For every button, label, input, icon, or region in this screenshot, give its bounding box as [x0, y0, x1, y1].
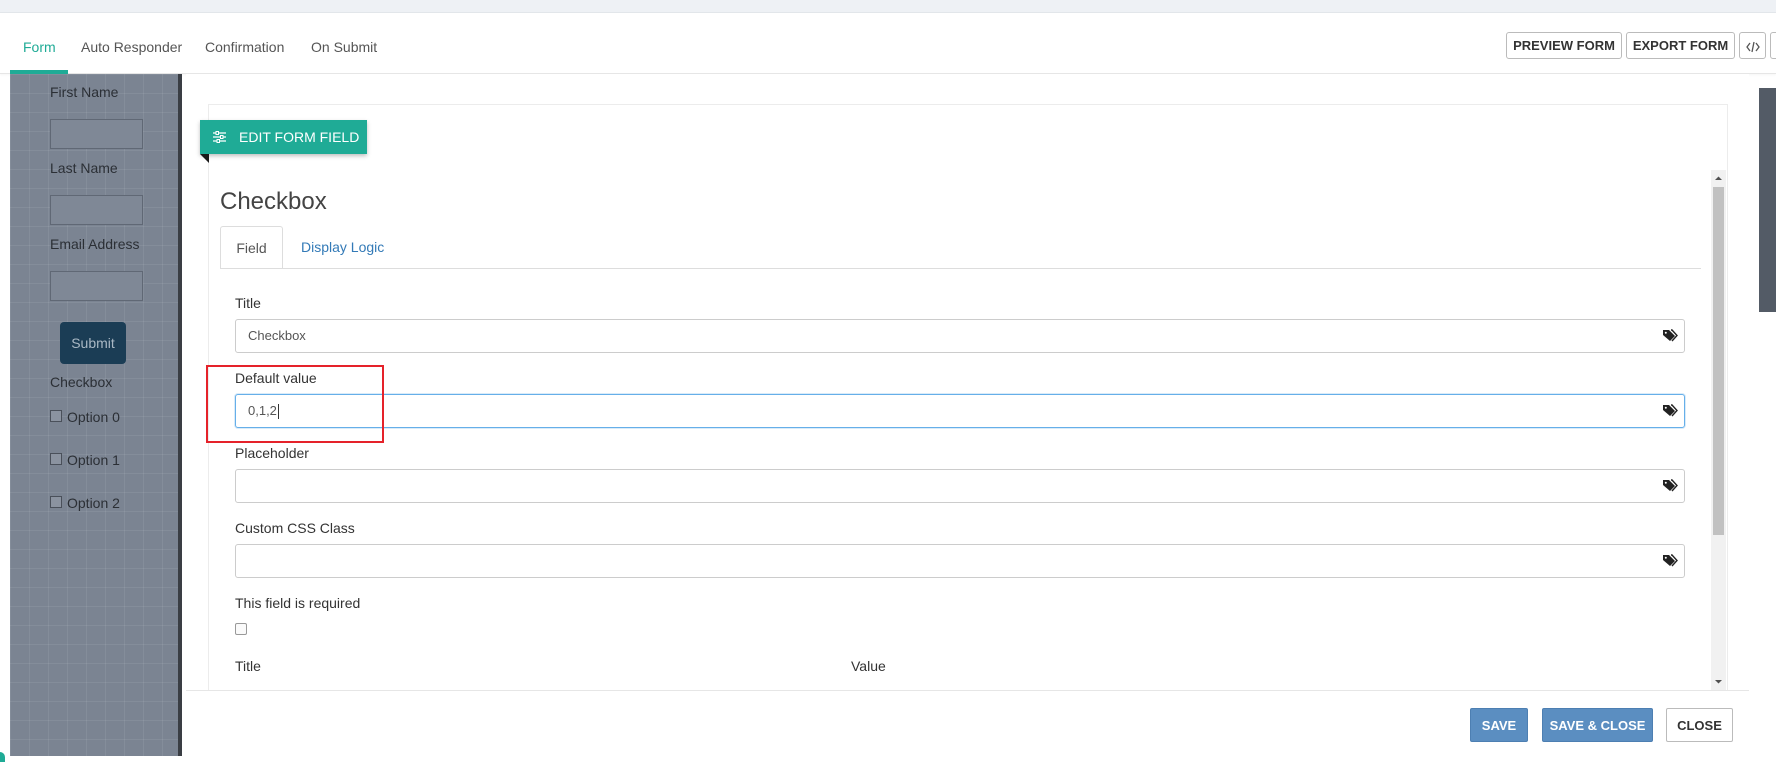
window-top-strip: [0, 0, 1776, 13]
code-icon: [1745, 41, 1760, 52]
tabs-divider: [220, 268, 1701, 269]
tab-field[interactable]: Field: [220, 226, 283, 269]
preview-first-name-label: First Name: [50, 84, 119, 100]
preview-option-2-label: Option 2: [67, 495, 120, 511]
options-title-column-header: Title: [235, 658, 261, 674]
title-label: Title: [235, 295, 261, 311]
tab-confirmation[interactable]: Confirmation: [205, 13, 284, 74]
title-input[interactable]: Checkbox: [235, 319, 1685, 353]
css-class-input[interactable]: [235, 544, 1685, 578]
default-value-input[interactable]: 0,1,2: [235, 394, 1685, 428]
preview-option-0-label: Option 0: [67, 409, 120, 425]
options-value-column-header: Value: [851, 658, 886, 674]
save-button[interactable]: SAVE: [1470, 708, 1528, 742]
export-form-button[interactable]: EXPORT FORM: [1626, 32, 1735, 59]
save-and-close-button[interactable]: SAVE & CLOSE: [1542, 708, 1653, 742]
preview-last-name-input[interactable]: [50, 195, 143, 225]
edit-form-field-badge: EDIT FORM FIELD: [200, 120, 367, 154]
tags-icon[interactable]: [1662, 404, 1678, 418]
preview-checkbox-label: Checkbox: [50, 374, 113, 390]
preview-form-button[interactable]: PREVIEW FORM: [1506, 32, 1622, 59]
scrollbar-thumb[interactable]: [1713, 187, 1724, 535]
required-label: This field is required: [235, 595, 361, 611]
tags-icon[interactable]: [1662, 554, 1678, 568]
tab-form[interactable]: Form: [23, 13, 56, 74]
preview-email-label: Email Address: [50, 236, 140, 252]
top-navigation-bar: Form Auto Responder Confirmation On Subm…: [0, 13, 1776, 74]
title-input-value: Checkbox: [248, 328, 306, 343]
placeholder-input[interactable]: [235, 469, 1685, 503]
field-type-heading: Checkbox: [220, 188, 327, 215]
preview-submit-button[interactable]: Submit: [60, 322, 126, 364]
tags-icon[interactable]: [1662, 479, 1678, 493]
preview-bottom-strip: [0, 756, 182, 762]
scroll-up-arrow-icon[interactable]: [1711, 170, 1726, 187]
tags-icon[interactable]: [1662, 329, 1678, 343]
scroll-down-arrow-icon[interactable]: [1711, 673, 1726, 690]
edit-form-field-title: EDIT FORM FIELD: [239, 129, 360, 145]
placeholder-label: Placeholder: [235, 445, 309, 461]
preview-option-0-checkbox[interactable]: [50, 410, 62, 422]
preview-last-name-label: Last Name: [50, 160, 118, 176]
close-button[interactable]: CLOSE: [1666, 708, 1733, 742]
preview-option-2-checkbox[interactable]: [50, 496, 62, 508]
form-preview-panel: First Name Last Name Email Address Submi…: [10, 74, 182, 756]
panel-scrollbar[interactable]: [1711, 170, 1726, 690]
badge-ribbon-fold: [200, 154, 209, 163]
embed-code-button[interactable]: [1739, 32, 1766, 59]
required-checkbox[interactable]: [235, 623, 247, 635]
preview-first-name-input[interactable]: [50, 119, 143, 149]
preview-option-1-label: Option 1: [67, 452, 120, 468]
preview-option-1-checkbox[interactable]: [50, 453, 62, 465]
more-actions-button[interactable]: [1770, 32, 1776, 59]
highlight-annotation-box: [206, 365, 384, 443]
tab-auto-responder[interactable]: Auto Responder: [81, 13, 182, 74]
tab-display-logic[interactable]: Display Logic: [301, 226, 384, 269]
css-class-label: Custom CSS Class: [235, 520, 355, 536]
preview-email-input[interactable]: [50, 271, 143, 301]
side-toolbar: [1759, 88, 1776, 312]
corner-accent: [0, 752, 5, 762]
sliders-icon: [213, 131, 226, 143]
tab-on-submit[interactable]: On Submit: [311, 13, 377, 74]
